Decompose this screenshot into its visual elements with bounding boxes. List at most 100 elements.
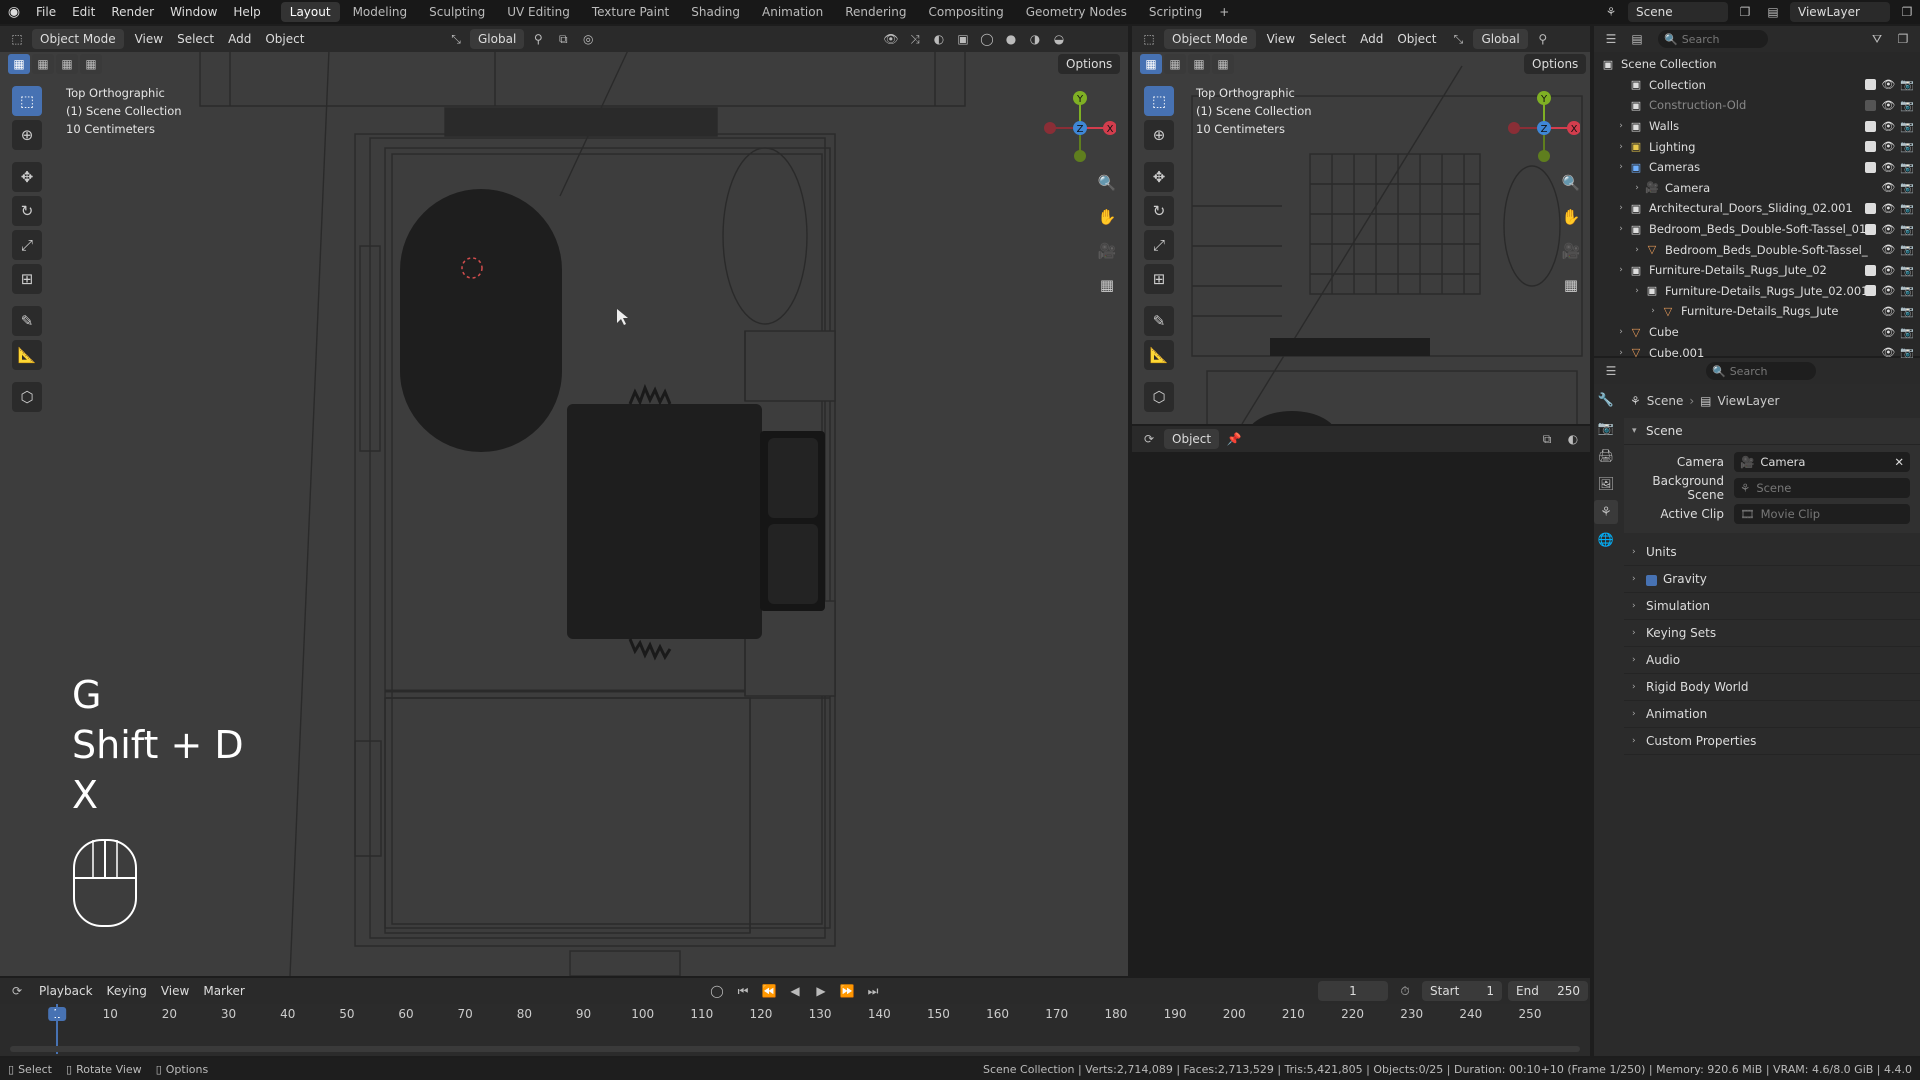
exclude-checkbox[interactable]	[1865, 161, 1877, 173]
navigation-gizmo[interactable]: Y X Z	[1036, 86, 1116, 166]
scene-tab-icon[interactable]: ⚘	[1594, 500, 1618, 524]
camera-view-icon[interactable]: 🎥	[1558, 238, 1584, 264]
timeline-menu-view[interactable]: View	[154, 981, 196, 1001]
measure-tool-icon[interactable]: 📐	[12, 340, 42, 370]
rotate-tool-icon[interactable]: ↻	[1144, 196, 1174, 226]
chevron-right-icon[interactable]: ›	[1630, 245, 1644, 255]
ortho-grid-icon[interactable]: ▦	[1558, 272, 1584, 298]
chevron-right-icon[interactable]: ›	[1614, 203, 1628, 213]
subpanel-keying-sets[interactable]: › Keying Sets	[1624, 620, 1920, 647]
outliner-row[interactable]: › ▣ Furniture-Details_Rugs_Jute_02 👁 📷	[1594, 260, 1920, 281]
camera-view-icon[interactable]: 🎥	[1094, 238, 1120, 264]
menu-help[interactable]: Help	[225, 0, 268, 24]
viewport-menu-object[interactable]: Object	[1390, 29, 1443, 49]
pivot-icon[interactable]: ⚲	[527, 29, 549, 49]
eye-icon[interactable]: 👁	[1881, 223, 1895, 236]
outliner-row[interactable]: › ▽ Furniture-Details_Rugs_Jute 👁 📷	[1594, 301, 1920, 322]
outliner-row[interactable]: ▣ Construction-Old 👁 📷	[1594, 95, 1920, 116]
background-scene-field[interactable]: ⚘ Scene	[1734, 478, 1910, 498]
viewport-menu-add[interactable]: Add	[221, 29, 258, 49]
properties-search-input[interactable]: Search	[1730, 365, 1768, 378]
material-shading-icon[interactable]: ◑	[1024, 29, 1046, 49]
viewport-menu-select[interactable]: Select	[1302, 29, 1353, 49]
jump-end-icon[interactable]: ⏭	[862, 981, 884, 1001]
tab-scripting[interactable]: Scripting	[1140, 2, 1211, 22]
eye-icon[interactable]: 👁	[1881, 202, 1895, 215]
exclude-checkbox[interactable]	[1865, 285, 1877, 297]
pan-hand-icon[interactable]: ✋	[1558, 204, 1584, 230]
outliner-search-input[interactable]: Search	[1682, 33, 1720, 46]
mode-dropdown[interactable]: Object Mode	[32, 29, 124, 49]
render-camera-icon[interactable]: 📷	[1900, 161, 1914, 174]
zoom-icon[interactable]: 🔍	[1094, 170, 1120, 196]
outliner-row[interactable]: › ▣ Cameras 👁 📷	[1594, 157, 1920, 178]
eye-icon[interactable]: 👁	[1881, 326, 1895, 339]
annotate-tool-icon[interactable]: ✎	[1144, 306, 1174, 336]
subpanel-custom-properties[interactable]: › Custom Properties	[1624, 728, 1920, 755]
editor-type-icon[interactable]: ⟳	[1138, 429, 1160, 449]
select-subtract-icon[interactable]: ▦	[1188, 54, 1210, 74]
render-camera-icon[interactable]: 📷	[1900, 284, 1914, 297]
select-new-icon[interactable]: ▦	[1140, 54, 1162, 74]
editor-type-icon[interactable]: ⟳	[6, 981, 28, 1001]
rotate-tool-icon[interactable]: ↻	[12, 196, 42, 226]
outliner-row[interactable]: › ▽ Cube 👁 📷	[1594, 322, 1920, 343]
render-camera-icon[interactable]: 📷	[1900, 181, 1914, 194]
exclude-checkbox[interactable]	[1865, 223, 1877, 235]
select-new-icon[interactable]: ▦	[8, 54, 30, 74]
render-camera-icon[interactable]: 📷	[1900, 243, 1914, 256]
subpanel-simulation[interactable]: › Simulation	[1624, 593, 1920, 620]
gravity-checkbox[interactable]	[1646, 574, 1657, 586]
annotate-tool-icon[interactable]: ✎	[12, 306, 42, 336]
exclude-checkbox[interactable]	[1865, 120, 1877, 132]
chevron-right-icon[interactable]: ›	[1614, 142, 1628, 152]
subpanel-animation[interactable]: › Animation	[1624, 701, 1920, 728]
tab-shading[interactable]: Shading	[682, 2, 749, 22]
chevron-right-icon[interactable]: ›	[1614, 348, 1628, 358]
viewport-left[interactable]: ⬚ Object Mode View Select Add Object ⤡ Glob…	[0, 26, 1128, 976]
new-collection-icon[interactable]: ❐	[1892, 29, 1914, 49]
render-camera-icon[interactable]: 📷	[1900, 305, 1914, 318]
timeline-menu-marker[interactable]: Marker	[196, 981, 251, 1001]
new-view-layer-icon[interactable]: ❐	[1896, 2, 1918, 22]
orientation-dropdown[interactable]: Global	[1473, 29, 1528, 49]
wireframe-shading-icon[interactable]: ◯	[976, 29, 998, 49]
play-reverse-icon[interactable]: ◀	[784, 981, 806, 1001]
eye-icon[interactable]: 👁	[1881, 140, 1895, 153]
transform-tool-icon[interactable]: ⊞	[1144, 264, 1174, 294]
select-invert-icon[interactable]: ▦	[80, 54, 102, 74]
scene-selector[interactable]: Scene	[1628, 2, 1728, 22]
outliner-row[interactable]: › ▽ Bedroom_Beds_Double-Soft-Tassel_ 👁 📷	[1594, 239, 1920, 260]
tab-geometry-nodes[interactable]: Geometry Nodes	[1017, 2, 1136, 22]
eye-icon[interactable]: 👁	[1881, 120, 1895, 133]
eye-icon[interactable]: 👁	[1881, 264, 1895, 277]
render-camera-icon[interactable]: 📷	[1900, 223, 1914, 236]
pin-icon[interactable]: 📌	[1223, 429, 1245, 449]
play-icon[interactable]: ▶	[810, 981, 832, 1001]
cursor-tool-icon[interactable]: ⊕	[1144, 120, 1174, 150]
frame-ruler[interactable]: 1102030405060708090100110120130140150160…	[0, 1004, 1590, 1026]
transform-tool-icon[interactable]: ⊞	[12, 264, 42, 294]
scale-tool-icon[interactable]: ⤢	[12, 230, 42, 260]
view-layer-selector[interactable]: ViewLayer	[1790, 2, 1890, 22]
move-tool-icon[interactable]: ✥	[12, 162, 42, 192]
jump-start-icon[interactable]: ⏮	[732, 981, 754, 1001]
eye-icon[interactable]: 👁	[1881, 78, 1895, 91]
subpanel-audio[interactable]: › Audio	[1624, 647, 1920, 674]
chevron-right-icon[interactable]: ›	[1614, 121, 1628, 131]
select-box-tool-icon[interactable]: ⬚	[12, 86, 42, 116]
proportional-edit-icon[interactable]: ◎	[577, 29, 599, 49]
chevron-right-icon[interactable]: ›	[1646, 306, 1660, 316]
rendered-shading-icon[interactable]: ◒	[1048, 29, 1070, 49]
auto-keying-icon[interactable]: ◯	[706, 981, 728, 1001]
eye-icon[interactable]: 👁	[1881, 305, 1895, 318]
orientation-dropdown[interactable]: Global	[470, 29, 525, 49]
editor-type-icon[interactable]: ⬚	[6, 29, 28, 49]
chevron-right-icon[interactable]: ›	[1614, 327, 1628, 337]
jump-keyframe-forward-icon[interactable]: ⏩	[836, 981, 858, 1001]
exclude-checkbox[interactable]	[1865, 99, 1877, 111]
move-tool-icon[interactable]: ✥	[1144, 162, 1174, 192]
viewport-menu-object[interactable]: Object	[258, 29, 311, 49]
tab-modeling[interactable]: Modeling	[344, 2, 417, 22]
menu-window[interactable]: Window	[162, 0, 225, 24]
